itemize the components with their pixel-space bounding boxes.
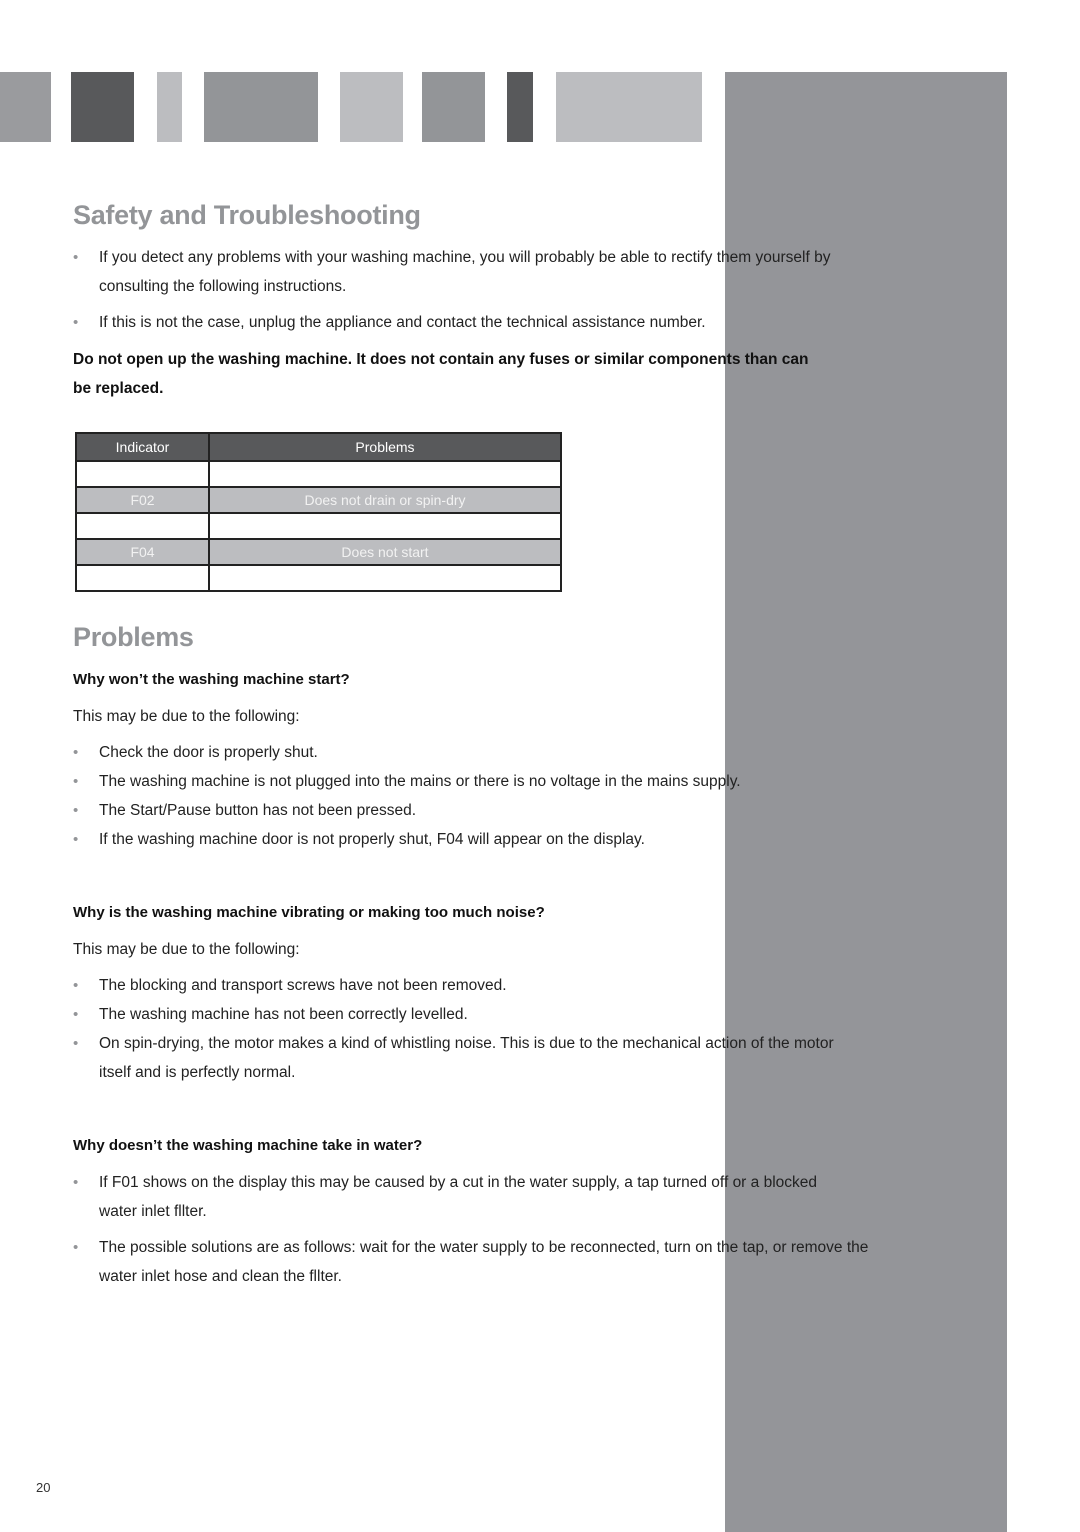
table-row (75, 512, 562, 540)
bullet-icon: • (73, 1239, 79, 1256)
bullet-icon: • (73, 802, 79, 819)
header-block (157, 72, 182, 142)
table-row (75, 564, 562, 592)
header-block (556, 72, 702, 142)
bullet-icon: • (73, 1035, 79, 1052)
question-heading: Why is the washing machine vibrating or … (73, 904, 545, 921)
list-item: • If the washing machine door is not prop… (73, 825, 903, 854)
indicator-cell (75, 564, 210, 592)
q3-bullet-list: • If F01 shows on the display this may be… (73, 1168, 903, 1291)
header-block (0, 72, 51, 142)
list-item: • If this is not the case, unplug the ap… (73, 308, 903, 337)
table-row: F02 Does not drain or spin-dry (75, 486, 562, 514)
header-block (422, 72, 485, 142)
bullet-icon: • (73, 773, 79, 790)
indicator-cell: F04 (75, 538, 210, 566)
table-row: F04 Does not start (75, 538, 562, 566)
list-item: • The blocking and transport screws have … (73, 971, 903, 1000)
list-item: • Check the door is properly shut. (73, 738, 903, 767)
header-block (204, 72, 318, 142)
warning-text: Do not open up the washing machine. It d… (73, 351, 809, 397)
list-item: • The Start/Pause button has not been pre… (73, 796, 903, 825)
bullet-icon: • (73, 744, 79, 761)
section-title-safety: Safety and Troubleshooting (73, 200, 421, 230)
table-row (75, 460, 562, 488)
bullet-icon: • (73, 1174, 79, 1191)
bullet-icon: • (73, 249, 79, 266)
bullet-icon: • (73, 1006, 79, 1023)
header-block (340, 72, 403, 142)
list-item: • On spin-drying, the motor makes a kind … (73, 1029, 903, 1087)
section-title-problems: Problems (73, 622, 194, 652)
q1-bullet-list: • Check the door is properly shut. • The w… (73, 738, 903, 854)
problem-cell: Does not start (208, 538, 562, 566)
indicator-cell (75, 460, 210, 488)
list-item: • The possible solutions are as follows: … (73, 1233, 903, 1291)
bullet-icon: • (73, 977, 79, 994)
table-header-row: Indicator Problems (75, 432, 562, 462)
header-block (507, 72, 533, 142)
list-item: • If F01 shows on the display this may be… (73, 1168, 903, 1226)
problem-cell (208, 564, 562, 592)
safety-bullet-list: • If you detect any problems with your w… (73, 243, 903, 337)
bullet-icon: • (73, 314, 79, 331)
list-item: • The washing machine has not been correc… (73, 1000, 903, 1029)
q2-bullet-list: • The blocking and transport screws have … (73, 971, 903, 1087)
list-item: • If you detect any problems with your w… (73, 243, 903, 301)
bullet-icon: • (73, 831, 79, 848)
column-header-indicator: Indicator (75, 432, 210, 462)
header-block (71, 72, 134, 142)
problem-cell: Does not drain or spin-dry (208, 486, 562, 514)
intro-text: This may be due to the following: (73, 941, 300, 958)
indicator-cell: F02 (75, 486, 210, 514)
question-heading: Why won’t the washing machine start? (73, 671, 350, 688)
page-number: 20 (36, 1480, 51, 1495)
indicator-table: Indicator Problems F02 Does not drain or… (75, 432, 562, 592)
question-heading: Why doesn’t the washing machine take in … (73, 1137, 423, 1154)
list-item: • The washing machine is not plugged into… (73, 767, 903, 796)
problem-cell (208, 512, 562, 540)
intro-text: This may be due to the following: (73, 708, 300, 725)
indicator-cell (75, 512, 210, 540)
problem-cell (208, 460, 562, 488)
column-header-problems: Problems (208, 432, 562, 462)
